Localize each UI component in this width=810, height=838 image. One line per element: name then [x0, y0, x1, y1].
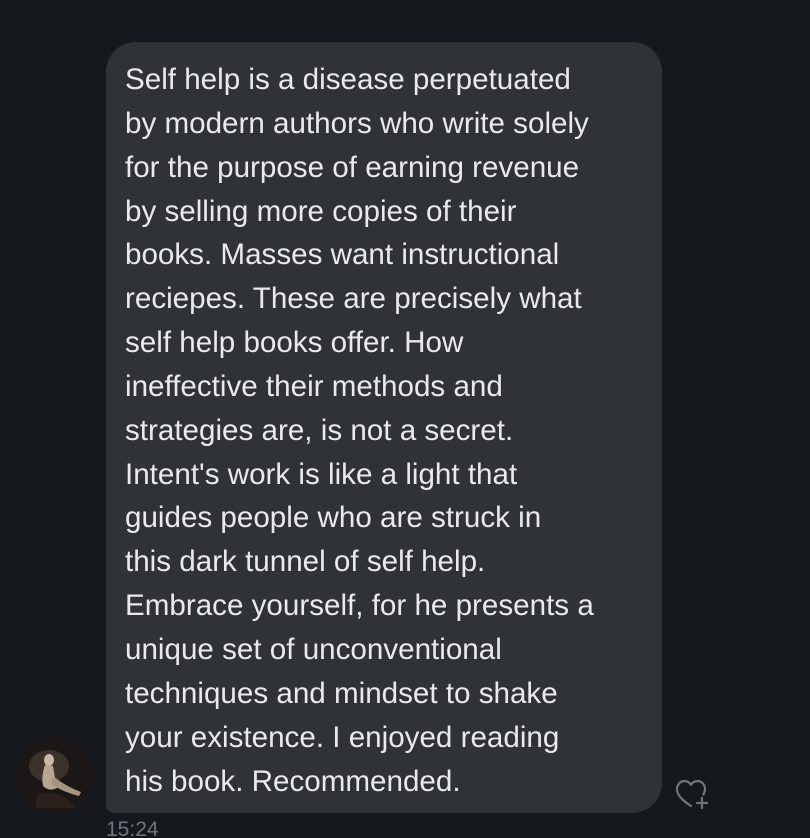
heart-plus-icon [675, 779, 709, 810]
message-timestamp: 15:24 [106, 818, 159, 838]
sender-avatar[interactable] [15, 736, 93, 814]
avatar-figure-icon [15, 736, 93, 814]
react-button[interactable] [674, 776, 710, 812]
message-text: Self help is a disease perpetuated by mo… [125, 63, 594, 798]
message-bubble[interactable]: Self help is a disease perpetuated by mo… [106, 42, 662, 813]
